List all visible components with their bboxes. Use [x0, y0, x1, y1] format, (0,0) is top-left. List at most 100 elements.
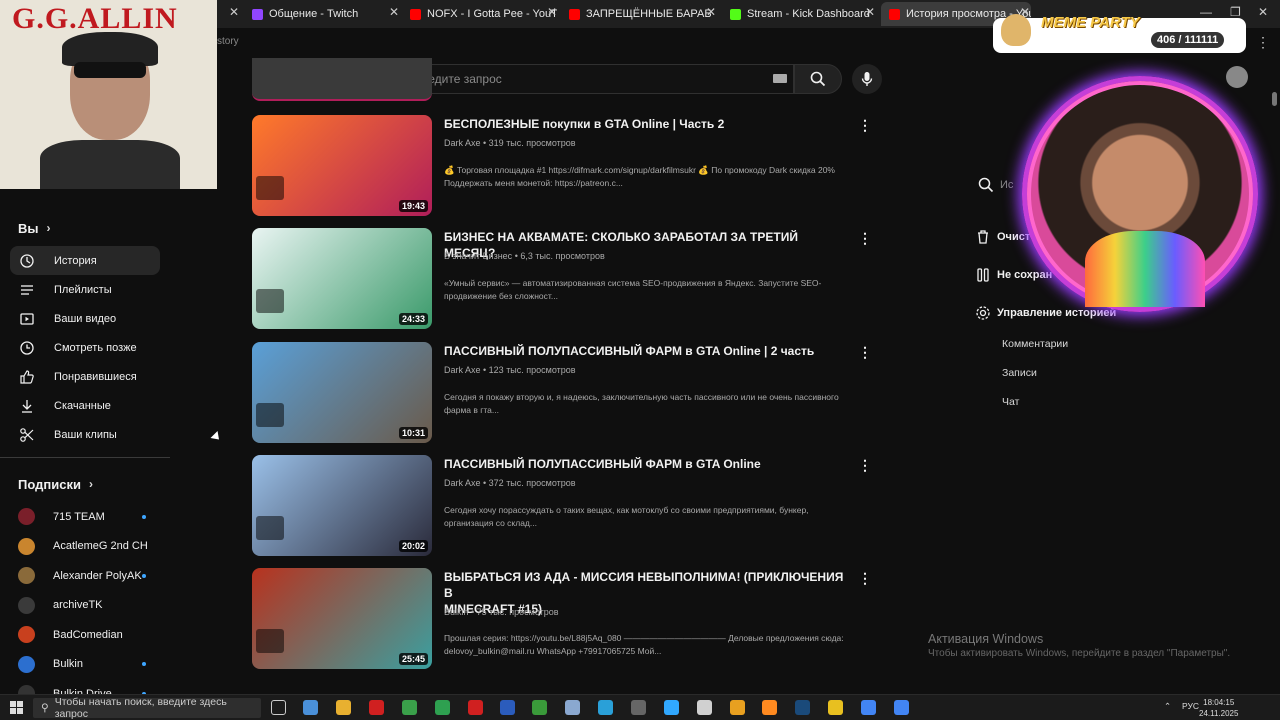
browser-menu-icon[interactable]: ⋮	[1256, 34, 1270, 51]
more-options-icon[interactable]: ⋮	[858, 457, 872, 474]
video-title[interactable]: ПАССИВНЫЙ ПОЛУПАССИВНЫЙ ФАРМ в GTA Onlin…	[444, 456, 844, 472]
taskbar-app-icon[interactable]	[697, 700, 712, 715]
window-close-icon[interactable]: ✕	[1258, 5, 1268, 19]
taskbar-app-icon[interactable]	[894, 700, 909, 715]
taskbar-app-icon[interactable]	[532, 700, 547, 715]
taskbar-app-icon[interactable]	[828, 700, 843, 715]
maximize-icon[interactable]: ❐	[1230, 5, 1241, 19]
video-thumbnail[interactable]: 24:33	[252, 228, 432, 329]
taskbar-app-icon[interactable]	[336, 700, 351, 715]
search-input[interactable]	[414, 72, 754, 86]
taskbar-app-icon[interactable]	[369, 700, 384, 715]
avatar[interactable]	[1226, 66, 1248, 88]
history-search[interactable]: Ис	[978, 177, 1013, 193]
browser-tab-nofx[interactable]: NOFX - I Gotta Pee - YouTube	[402, 2, 557, 26]
thumbnail-logo	[256, 516, 284, 540]
channel-name[interactable]: Dark Axe	[444, 365, 481, 375]
sidebar-you-header[interactable]: Вы ›	[0, 210, 170, 246]
tab-close-icon[interactable]: ✕	[706, 5, 716, 19]
sidebar-item-clips[interactable]: Ваши клипы	[10, 420, 160, 449]
more-options-icon[interactable]: ⋮	[858, 570, 872, 587]
channel-name[interactable]: Б значит Бизнес	[444, 251, 512, 261]
history-type-chat[interactable]: Чат	[1002, 396, 1019, 408]
video-item[interactable]: 10:31 ПАССИВНЫЙ ПОЛУПАССИВНЫЙ ФАРМ в GTA …	[252, 342, 882, 444]
more-options-icon[interactable]: ⋮	[858, 117, 872, 134]
voice-search-button[interactable]	[852, 64, 882, 94]
subscription-item[interactable]: BadComedian	[0, 620, 160, 650]
sidebar-item-your-videos[interactable]: Ваши видео	[10, 304, 160, 333]
taskbar-clock[interactable]: 18:04:15 24.11.2025	[1199, 697, 1238, 719]
view-count: 75 тыс. просмотров	[476, 607, 559, 617]
thumbnail-logo	[256, 403, 284, 427]
video-thumbnail[interactable]: 10:31	[252, 342, 432, 443]
clear-history-button[interactable]: Очист	[975, 229, 1030, 245]
taskbar-app-icon[interactable]	[762, 700, 777, 715]
manage-history-button[interactable]: Управление историей	[975, 305, 1116, 321]
sidebar-item-watch-later[interactable]: Смотреть позже	[10, 333, 160, 362]
more-options-icon[interactable]: ⋮	[858, 344, 872, 361]
tab-close-icon[interactable]: ✕	[547, 5, 557, 19]
browser-tab-kick[interactable]: Stream - Kick Dashboard	[722, 2, 877, 26]
sidebar-item-history[interactable]: История	[10, 246, 160, 275]
tab-close-icon[interactable]: ✕	[389, 5, 399, 19]
video-title[interactable]: БЕСПОЛЕЗНЫЕ покупки в GTA Online | Часть…	[444, 116, 844, 132]
video-item[interactable]: 19:43 БЕСПОЛЕЗНЫЕ покупки в GTA Online | …	[252, 115, 882, 217]
history-type-posts[interactable]: Записи	[1002, 367, 1037, 379]
taskbar-app-icon[interactable]	[664, 700, 679, 715]
taskbar-app-icon[interactable]	[861, 700, 876, 715]
sidebar-item-playlists[interactable]: Плейлисты	[10, 275, 160, 304]
minimize-icon[interactable]: —	[1200, 5, 1212, 19]
more-options-icon[interactable]: ⋮	[858, 230, 872, 247]
subscription-item[interactable]: Alexander PolyAK	[0, 561, 160, 591]
taskbar-search[interactable]: ⚲ Чтобы начать поиск, введите здесь запр…	[33, 696, 261, 720]
video-thumbnail[interactable]: 25:45	[252, 568, 432, 669]
taskbar-app-icon[interactable]	[795, 700, 810, 715]
video-thumbnail-partial[interactable]	[252, 58, 432, 101]
video-description: 💰 Торговая площадка #1 https://difmark.c…	[444, 165, 835, 188]
video-meta: Dark Axe • 319 тыс. просмотров	[444, 138, 576, 148]
video-title[interactable]: ПАССИВНЫЙ ПОЛУПАССИВНЫЙ ФАРМ в GTA Onlin…	[444, 343, 844, 359]
channel-name[interactable]: Bulkin	[444, 607, 469, 617]
channel-avatar	[18, 596, 35, 614]
channel-name[interactable]: Dark Axe	[444, 138, 481, 148]
taskbar-app-icon[interactable]	[730, 700, 745, 715]
subscription-item[interactable]: archiveTK	[0, 591, 160, 621]
tab-close-icon[interactable]: ✕	[865, 5, 875, 19]
taskbar-app-icon[interactable]	[303, 700, 318, 715]
sidebar-item-downloads[interactable]: Скачанные	[10, 391, 160, 420]
microphone-icon	[861, 72, 873, 86]
task-view-icon[interactable]	[271, 700, 286, 715]
search-button[interactable]	[794, 64, 842, 94]
subscription-item[interactable]: AcatlemeG 2nd CH	[0, 532, 160, 562]
taskbar-app-icon[interactable]	[500, 700, 515, 715]
video-thumbnail[interactable]: 20:02	[252, 455, 432, 556]
windows-start-icon[interactable]	[10, 701, 23, 714]
video-thumbnail[interactable]: 19:43	[252, 115, 432, 216]
taskbar-app-icon[interactable]	[402, 700, 417, 715]
search-box[interactable]	[402, 64, 794, 94]
subscription-item[interactable]: 715 TEAM	[0, 502, 160, 532]
pause-history-button[interactable]: Не сохран	[975, 267, 1052, 283]
browser-tab-twitch[interactable]: Общение - Twitch	[244, 2, 399, 26]
video-item[interactable]: 20:02 ПАССИВНЫЙ ПОЛУПАССИВНЫЙ ФАРМ в GTA …	[252, 455, 882, 557]
channel-name[interactable]: Dark Axe	[444, 478, 481, 488]
video-duration: 20:02	[398, 540, 428, 552]
keyboard-icon[interactable]	[773, 74, 787, 83]
video-item[interactable]: 25:45 ВЫБРАТЬСЯ ИЗ АДА - МИССИЯ НЕВЫПОЛНИ…	[252, 568, 882, 670]
language-indicator[interactable]: РУС	[1182, 701, 1199, 711]
browser-tab-drummers[interactable]: ЗАПРЕЩЁННЫЕ БАРАБАНЩИ	[561, 2, 711, 26]
subscription-item[interactable]: Bulkin	[0, 650, 160, 680]
sidebar-item-liked[interactable]: Понравившиеся	[10, 362, 160, 391]
scrollbar-thumb[interactable]	[1272, 92, 1277, 106]
taskbar-app-icon[interactable]	[598, 700, 613, 715]
history-type-comments[interactable]: Комментарии	[1002, 338, 1068, 350]
taskbar-app-icon[interactable]	[631, 700, 646, 715]
taskbar-app-icon[interactable]	[468, 700, 483, 715]
webcam-sunglasses	[74, 62, 146, 78]
taskbar-app-icon[interactable]	[565, 700, 580, 715]
tab-close-icon[interactable]: ✕	[229, 5, 239, 19]
tray-arrow-icon[interactable]: ⌃	[1164, 701, 1171, 712]
sidebar-subscriptions-header[interactable]: Подписки ›	[0, 466, 170, 502]
taskbar-app-icon[interactable]	[435, 700, 450, 715]
video-item[interactable]: 24:33 БИЗНЕС НА АКВАМАТЕ: СКОЛЬКО ЗАРАБОТ…	[252, 228, 882, 330]
